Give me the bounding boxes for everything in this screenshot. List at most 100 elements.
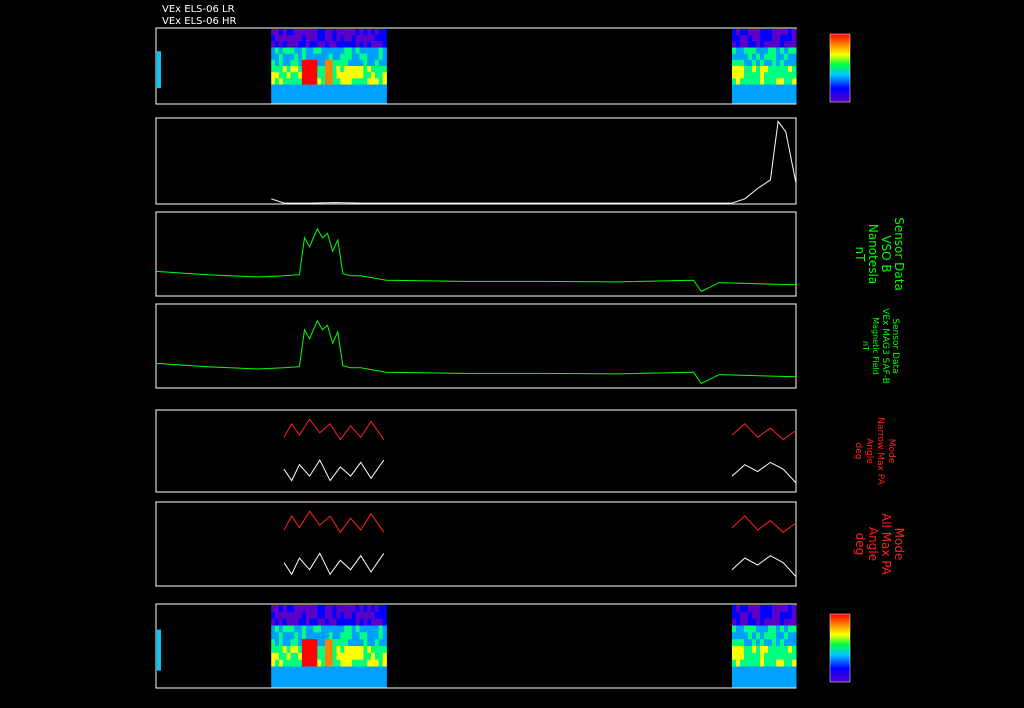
spectrogram-top-cell <box>301 90 307 98</box>
spectrogram-top-cell <box>313 59 318 67</box>
spectrogram-top-cell <box>313 29 318 36</box>
spectrogram-top-cell <box>780 90 785 98</box>
spectrogram-bottom-cell <box>282 611 287 620</box>
spectrogram-top-cell <box>788 53 793 61</box>
spectrogram-bottom-cell <box>325 605 330 613</box>
pan-ylabel-r4: deg <box>853 443 863 460</box>
spectrogram-top-cell <box>317 47 322 55</box>
spectrogram-top-cell <box>784 59 789 67</box>
spectrogram-top-cell <box>788 96 793 104</box>
spectrogram-top-cell <box>321 35 326 42</box>
spectrogram-top-cell <box>780 84 785 92</box>
spectrogram-bottom-cell <box>732 680 737 688</box>
pa-narrow-series-1-segment-1 <box>731 423 797 441</box>
spectrogram-bottom-cell <box>336 666 341 674</box>
spectrogram-top-cell <box>764 53 769 61</box>
spectrogram-bottom-frame <box>155 603 797 689</box>
count-ytick-500: 500 <box>125 113 150 128</box>
spectrogram-bottom-cell <box>301 639 307 647</box>
spectrogram-bottom-cell <box>294 625 299 633</box>
spectrogram-top-cell <box>768 35 773 42</box>
spectrogram-top-cell <box>367 47 372 55</box>
count-ylabel-2: Anode Background <box>79 128 87 194</box>
spectrogram-bottom-cell <box>321 632 326 640</box>
spectrogram-top-cell <box>776 29 781 36</box>
spectrogram-bottom-cell <box>732 646 737 654</box>
spectrogram-bottom-cell <box>298 646 303 654</box>
spectrogram-top-cell <box>736 47 741 55</box>
spectrogram-top-cell <box>271 78 276 85</box>
spectrogram-bottom-cell <box>744 652 749 661</box>
spectrogram-bottom-cell <box>367 659 372 667</box>
mag-xtick-5: 150:15 <box>540 391 579 404</box>
spectrogram-bottom-cell <box>313 680 318 688</box>
spectrogram-top-cell <box>780 53 785 61</box>
spectrogram-bottom-cell <box>752 618 757 626</box>
spectrogram-bottom-cell <box>275 659 280 667</box>
spectrogram-top-cell <box>305 72 311 79</box>
plot-canvas: VEx ELS-06 LR VEx ELS-06 HR 10 4 10 3 10… <box>57 4 906 706</box>
spectrogram-bottom-cell <box>278 659 284 667</box>
pan-ylabel-l1: Mode <box>65 438 75 463</box>
spectrogram-top-cell <box>367 84 372 92</box>
count-ylabel-1: Sensor Data <box>70 140 78 183</box>
spectrogram-bottom-cell <box>294 632 299 640</box>
spectrogram-bottom-cell <box>298 659 303 667</box>
paa-ylabel-l4: deg <box>96 533 110 556</box>
paa-ylabel-r3: Angle <box>866 527 880 561</box>
spectrogram-bottom-cell <box>760 646 765 654</box>
spectrogram-bottom-cell <box>780 605 785 613</box>
spectrogram-bottom-cell <box>351 632 357 640</box>
spectrogram-bottom-cell <box>290 639 295 647</box>
spectrogram-top-cell <box>367 78 372 85</box>
btot-ylabel-r2: VSO B <box>879 235 893 272</box>
spectrogram-bottom-cell <box>736 639 741 647</box>
spectrogram-top-cell <box>378 96 383 104</box>
spectrogram-bottom-cell <box>286 673 291 681</box>
pan-ytick-l-1: 144 <box>125 421 150 436</box>
btot-ytick-r-3: 15.0 <box>812 257 841 272</box>
spectrogram-top-cell <box>732 72 737 79</box>
spectrogram-top-cell <box>744 35 749 42</box>
spectrogram-bottom-cell <box>740 680 745 688</box>
spectrogram-top-cell <box>740 47 745 55</box>
spectrogram-bottom-cell <box>740 605 745 613</box>
mag-ytick-l-2: 22.5 <box>121 333 150 348</box>
spectrogram-bottom-cell <box>768 625 773 633</box>
spectrogram-bottom-cell <box>301 632 307 640</box>
spectrogram-top-cell <box>768 59 773 67</box>
spectrogram-top-cell <box>321 78 326 85</box>
spectrogram-top-cell <box>298 53 303 61</box>
spectrogram-bottom-cell <box>740 625 745 633</box>
paa-ylabel-l1: Mode <box>57 528 71 561</box>
spectrogram-bottom-cell <box>298 652 303 661</box>
spectrogram-bottom-cell <box>294 639 299 647</box>
spectrogram-top-cell <box>332 29 337 36</box>
spectrogram-bottom-cell <box>752 625 757 633</box>
spectrogram-top-cell <box>772 35 777 42</box>
spectrogram-bottom-cell <box>321 680 326 688</box>
spec2-ytick-exp-3: 1 <box>140 647 145 656</box>
spectrogram-top-cell <box>359 35 364 42</box>
spectrogram-bottom-cell <box>305 646 311 654</box>
spectrogram-top-cell <box>371 90 376 98</box>
spectrogram-top-frame <box>155 27 797 105</box>
spectrogram-top-cell <box>367 35 372 42</box>
spectrogram-top-cell <box>282 41 287 48</box>
spectrogram-bottom-cell <box>784 639 789 647</box>
spectrogram-bottom-cell <box>351 659 357 667</box>
spectrogram-bottom-cell <box>286 625 291 633</box>
spectrogram-bottom-cell <box>298 632 303 640</box>
spectrogram-bottom-cell <box>275 666 280 674</box>
spectrogram-top-cell <box>294 59 299 67</box>
paa-ytick-r-1: 144 <box>812 514 837 529</box>
spectrogram-bottom-cell <box>363 666 368 674</box>
spectrogram-bottom-cell <box>321 666 326 674</box>
spectrogram-top-cell <box>278 59 284 67</box>
spectrogram-bottom-cell <box>378 639 383 647</box>
spectrogram-bottom-cell <box>748 611 753 620</box>
spectrogram-top-cell <box>286 29 291 36</box>
spectrogram-bottom-cell <box>275 639 280 647</box>
spectrogram-top-cell <box>271 47 276 55</box>
spectrogram-top-cell <box>351 66 357 73</box>
